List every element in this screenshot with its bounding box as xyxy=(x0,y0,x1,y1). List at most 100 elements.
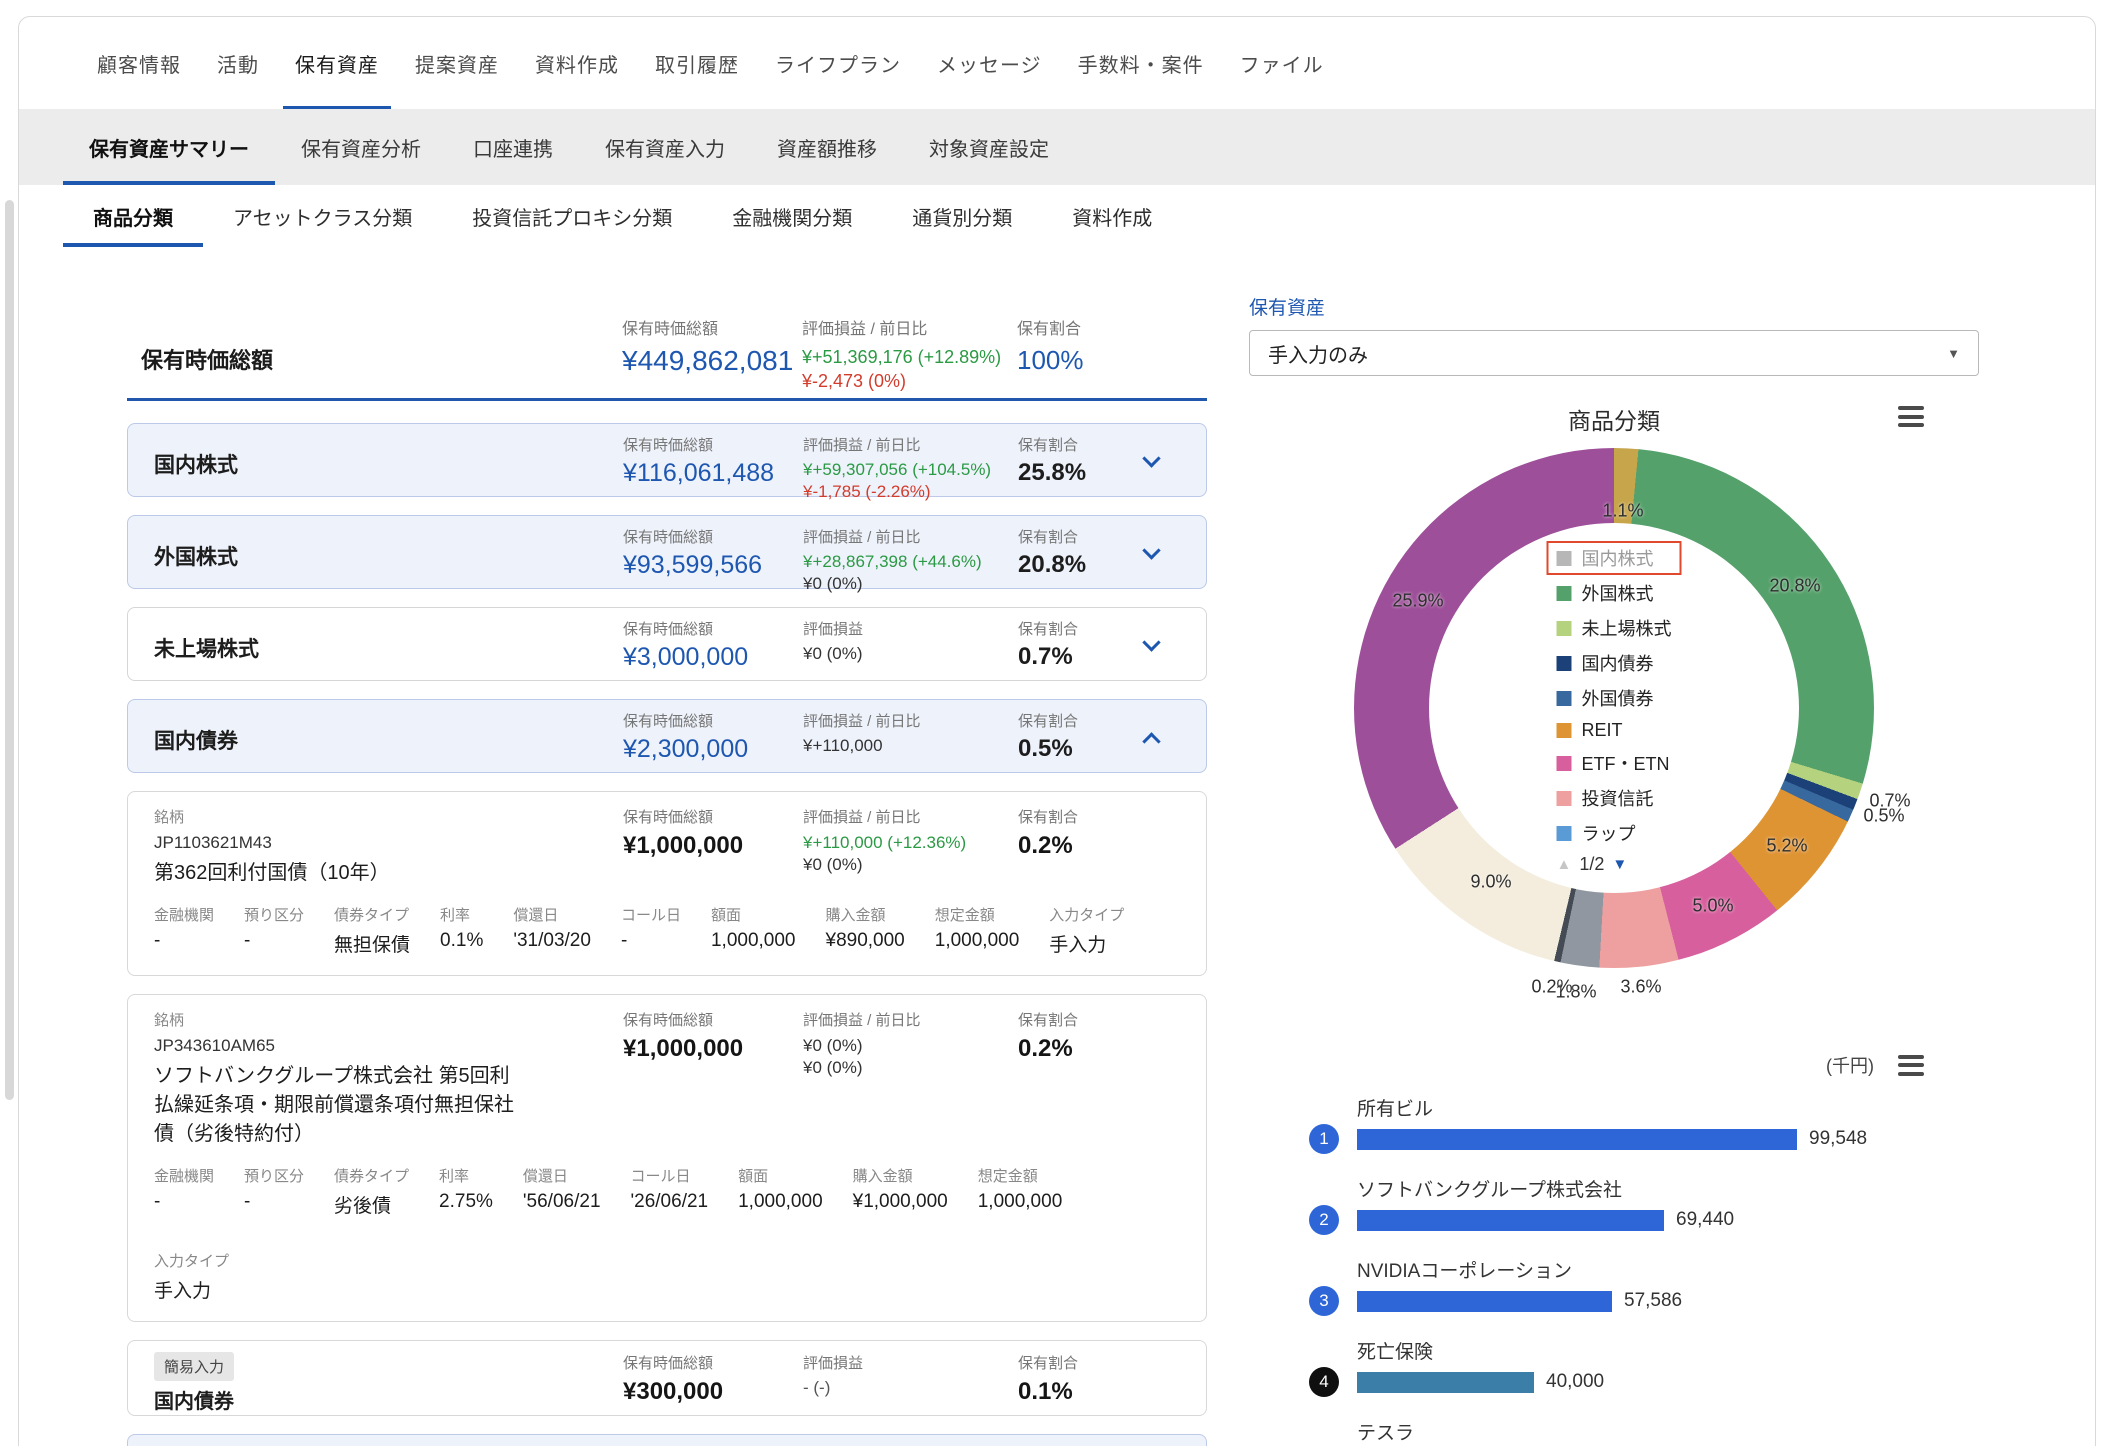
legend-swatch xyxy=(1557,691,1572,706)
tab-nav-item[interactable]: 金融機関分類 xyxy=(702,185,882,247)
sub-nav-item[interactable]: 資産額推移 xyxy=(751,109,903,185)
donut-segment-label: 20.8% xyxy=(1769,576,1820,597)
bond-field: 額面1,000,000 xyxy=(711,904,796,957)
legend-page-down-icon[interactable]: ▼ xyxy=(1612,856,1627,873)
category-card-foreign-bonds[interactable]: 外国債券 保有時価総額 ¥2,602,808 評価損益 / 前日比 ¥+257,… xyxy=(127,1434,1207,1446)
chevron-down-icon[interactable] xyxy=(1142,541,1160,559)
legend-swatch xyxy=(1557,621,1572,636)
category-value: ¥93,599,566 xyxy=(623,551,762,580)
sub-nav-item[interactable]: 保有資産サマリー xyxy=(63,109,275,185)
top-nav-item[interactable]: 顧客情報 xyxy=(79,17,199,109)
legend-item[interactable]: 未上場株式 xyxy=(1547,611,1682,645)
total-day-change: ¥-2,473 (0%) xyxy=(802,369,1001,393)
category-name: 未上場株式 xyxy=(154,633,259,663)
top-nav-item[interactable]: ライフプラン xyxy=(757,17,919,109)
category-gain: ¥+28,867,398 (+44.6%) xyxy=(803,551,982,573)
tab-nav-item[interactable]: アセットクラス分類 xyxy=(203,185,442,247)
category-day-change: ¥0 (0%) xyxy=(803,573,982,595)
legend-item[interactable]: 投資信託 xyxy=(1547,781,1682,815)
legend-item[interactable]: 外国債券 xyxy=(1547,681,1682,715)
chevron-up-icon[interactable] xyxy=(1142,732,1160,750)
bar[interactable] xyxy=(1357,1210,1664,1231)
input-filter-select[interactable]: 手入力のみ ▼ xyxy=(1249,330,1979,376)
bar[interactable] xyxy=(1357,1291,1612,1312)
chevron-down-icon[interactable] xyxy=(1142,449,1160,467)
category-card-domestic-bonds[interactable]: 国内債券 保有時価総額 ¥2,300,000 評価損益 / 前日比 ¥+110,… xyxy=(127,699,1207,773)
bar[interactable] xyxy=(1357,1129,1797,1150)
ratio-label: 保有割合 xyxy=(1018,526,1086,547)
gain-label: 評価損益 / 前日比 xyxy=(803,434,991,455)
scrollbar[interactable] xyxy=(5,200,14,1100)
bar[interactable] xyxy=(1357,1372,1534,1393)
bond-field: コール日- xyxy=(621,904,681,957)
market-value-label: 保有時価総額 xyxy=(623,618,748,639)
top-nav-item[interactable]: メッセージ xyxy=(919,17,1060,109)
top-nav-item[interactable]: 取引履歴 xyxy=(637,17,757,109)
holdings-link[interactable]: 保有資産 xyxy=(1249,293,1325,320)
bond-value: ¥1,000,000 xyxy=(623,832,743,860)
ratio-label: 保有割合 xyxy=(1018,1352,1078,1373)
gain-label: 評価損益 / 前日比 xyxy=(803,710,921,731)
filter-selected-value: 手入力のみ xyxy=(1268,339,1368,368)
legend-page-indicator: 1/2 xyxy=(1579,854,1604,875)
chevron-down-icon[interactable] xyxy=(1142,633,1160,651)
chart-menu-icon[interactable] xyxy=(1898,406,1924,427)
category-value: ¥2,300,000 xyxy=(623,735,748,764)
category-card-domestic-stocks[interactable]: 国内株式 保有時価総額 ¥116,061,488 評価損益 / 前日比 ¥+59… xyxy=(127,423,1207,497)
legend-page-up-icon[interactable]: ▲ xyxy=(1557,856,1572,873)
tab-nav-item[interactable]: 通貨別分類 xyxy=(882,185,1042,247)
bond-ratio: 0.2% xyxy=(1018,1035,1078,1063)
bond-field: 購入金額¥1,000,000 xyxy=(853,1165,948,1218)
sub-nav-item[interactable]: 保有資産分析 xyxy=(275,109,447,185)
content: 保有時価総額 保有時価総額 ¥449,862,081 評価損益 / 前日比 ¥+… xyxy=(19,247,2095,1446)
bond-fields: 金融機関-預り区分-債券タイプ劣後債利率2.75%償還日'56/06/21コール… xyxy=(128,1149,1206,1311)
top-nav-item[interactable]: 活動 xyxy=(199,17,277,109)
brand-label: 銘柄 xyxy=(154,1009,528,1030)
legend-item[interactable]: 外国株式 xyxy=(1547,576,1682,610)
top-nav-item[interactable]: 手数料・案件 xyxy=(1060,17,1222,109)
market-value-label: 保有時価総額 xyxy=(623,1009,743,1030)
legend-item[interactable]: ラップ xyxy=(1547,816,1682,850)
top-nav-item[interactable]: ファイル xyxy=(1222,17,1342,109)
legend-item[interactable]: 国内株式 xyxy=(1547,541,1682,575)
category-ratio: 25.8% xyxy=(1018,459,1086,487)
category-ratio: 20.8% xyxy=(1018,551,1086,579)
legend-item[interactable]: 国内債券 xyxy=(1547,646,1682,680)
top-nav-item[interactable]: 提案資産 xyxy=(397,17,517,109)
holdings-list: 保有時価総額 保有時価総額 ¥449,862,081 評価損益 / 前日比 ¥+… xyxy=(127,247,1207,1446)
total-summary-row: 保有時価総額 保有時価総額 ¥449,862,081 評価損益 / 前日比 ¥+… xyxy=(127,313,1207,401)
legend-swatch xyxy=(1557,656,1572,671)
category-gain: ¥+110,000 xyxy=(803,735,921,757)
legend-item[interactable]: REIT xyxy=(1547,716,1682,745)
total-market-value: ¥449,862,081 xyxy=(622,345,793,377)
legend-label: 国内債券 xyxy=(1582,650,1654,676)
tab-nav-item[interactable]: 商品分類 xyxy=(63,185,203,247)
category-name: 外国株式 xyxy=(154,541,238,571)
bar-value: 99,548 xyxy=(1809,1128,1867,1150)
top-holdings-bar-chart: (千円) 1所有ビル99,5482ソフトバンクグループ株式会社69,4403NV… xyxy=(1249,1052,1979,1446)
legend-item[interactable]: ETF・ETN xyxy=(1547,746,1682,780)
ratio-label: 保有割合 xyxy=(1018,710,1078,731)
sub-nav-item[interactable]: 対象資産設定 xyxy=(903,109,1075,185)
ratio-label: 保有割合 xyxy=(1018,618,1078,639)
sub-nav-item[interactable]: 口座連携 xyxy=(447,109,579,185)
category-card-foreign-stocks[interactable]: 外国株式 保有時価総額 ¥93,599,566 評価損益 / 前日比 ¥+28,… xyxy=(127,515,1207,589)
bond-field: 債券タイプ無担保債 xyxy=(334,904,410,957)
bond-value: ¥1,000,000 xyxy=(623,1035,743,1063)
tab-nav-item[interactable]: 投資信託プロキシ分類 xyxy=(442,185,702,247)
bond-field: 預り区分- xyxy=(244,904,304,957)
category-card-unlisted-stocks[interactable]: 未上場株式 保有時価総額 ¥3,000,000 評価損益 ¥0 (0%) 保有割… xyxy=(127,607,1207,681)
bond-detail-card: 銘柄 JP343610AM65 ソフトバンクグループ株式会社 第5回利払繰延条項… xyxy=(127,994,1207,1322)
category-value: ¥3,000,000 xyxy=(623,643,748,672)
tab-nav: 商品分類アセットクラス分類投資信託プロキシ分類金融機関分類通貨別分類資料作成 xyxy=(19,185,2095,247)
sub-nav-item[interactable]: 保有資産入力 xyxy=(579,109,751,185)
donut-chart[interactable]: 国内株式外国株式未上場株式国内債券外国債券REITETF・ETN投資信託ラップ ▲… xyxy=(1354,448,1874,968)
bar-chart-menu-icon[interactable] xyxy=(1898,1055,1924,1076)
simple-entry-ratio: 0.1% xyxy=(1018,1378,1078,1406)
bond-field: 想定金額1,000,000 xyxy=(935,904,1020,957)
top-nav-item[interactable]: 保有資産 xyxy=(277,17,397,109)
tab-nav-item[interactable]: 資料作成 xyxy=(1042,185,1182,247)
legend-label: 外国株式 xyxy=(1582,580,1654,606)
bond-field: 想定金額1,000,000 xyxy=(978,1165,1063,1218)
top-nav-item[interactable]: 資料作成 xyxy=(517,17,637,109)
